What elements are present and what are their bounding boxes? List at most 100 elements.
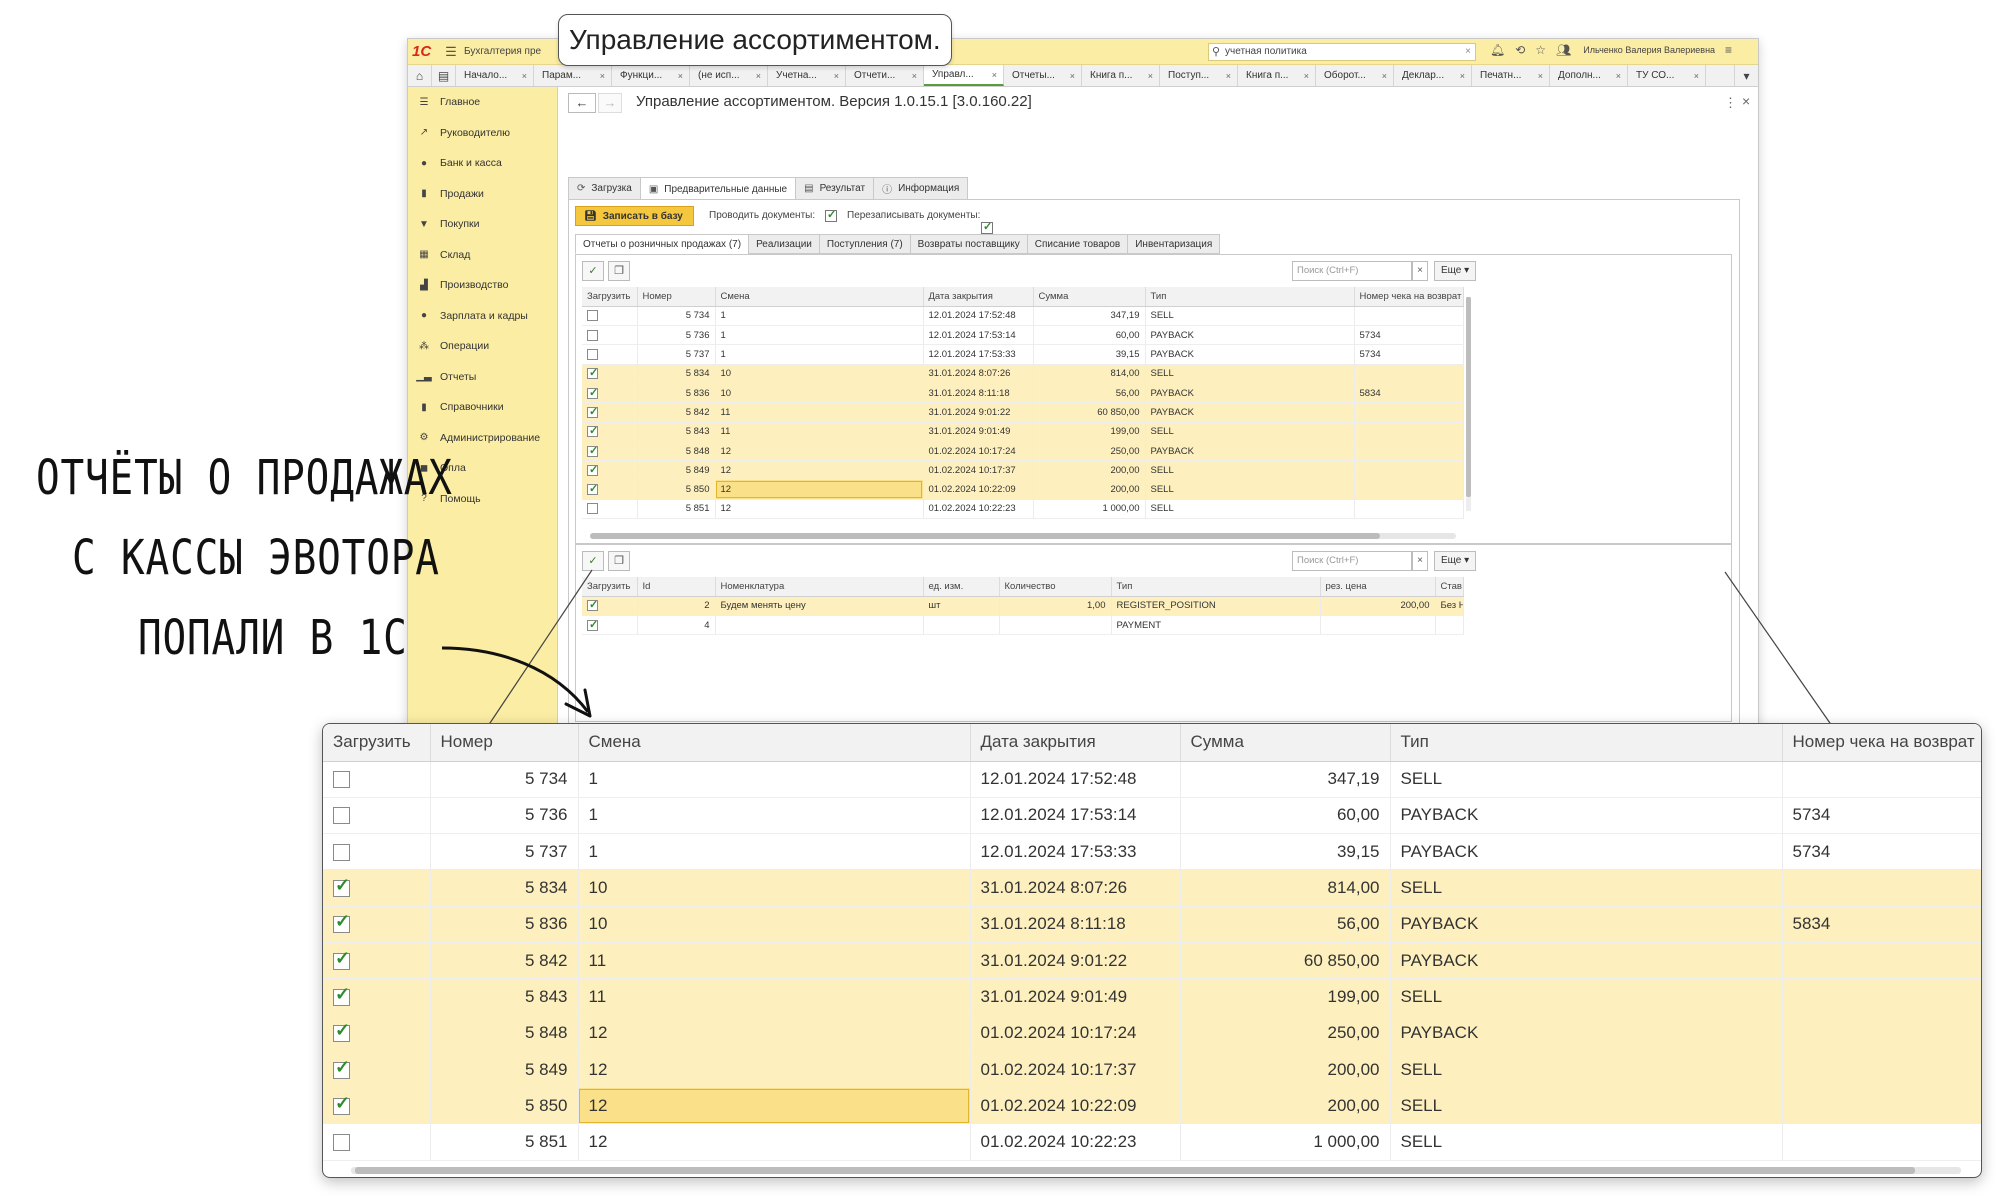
cell-sum: 60 850,00 — [1180, 942, 1391, 980]
table-row[interactable]: 5 8361031.01.2024 8:11:1856,00PAYBACK583… — [323, 906, 1981, 943]
cell-shift: 10 — [578, 906, 971, 943]
load-checkbox[interactable] — [333, 984, 350, 1006]
cell-sum: 56,00 — [1180, 906, 1391, 943]
cell-ret: 5734 — [1782, 833, 1981, 871]
cell-shift: 12 — [578, 1123, 971, 1161]
zoomed-horizontal-scrollbar[interactable] — [351, 1167, 1961, 1174]
load-cell — [323, 761, 431, 798]
load-cell — [323, 833, 431, 871]
cell-type: PAYBACK — [1390, 797, 1783, 835]
column-header[interactable]: Тип — [1390, 724, 1783, 762]
column-header[interactable]: Загрузить — [323, 724, 431, 762]
cell-type: PAYBACK — [1390, 833, 1783, 871]
load-checkbox[interactable] — [333, 843, 350, 861]
table-row[interactable]: 5 8431131.01.2024 9:01:49199,00SELL — [323, 978, 1981, 1016]
table-row[interactable]: 5 8501201.02.2024 10:22:09200,00SELL — [323, 1087, 1981, 1125]
table-row[interactable]: 5 736 1 12.01.2024 17:53:14 60,00 PAYBACK 573… — [323, 797, 1981, 835]
cell-date: 12.01.2024 17:53:33 — [970, 833, 1181, 871]
zoom-connector-right — [1724, 571, 1833, 727]
cell-type: SELL — [1390, 1087, 1783, 1125]
cell-shift: 12 — [578, 1015, 971, 1052]
cell-type: SELL — [1390, 978, 1783, 1016]
cell-ret — [1782, 942, 1981, 980]
table-row[interactable]: 5 8341031.01.2024 8:07:26814,00SELL — [323, 869, 1981, 907]
cell-sum: 347,19 — [1180, 761, 1391, 798]
cell-type: SELL — [1390, 1123, 1783, 1161]
cell-shift: 10 — [578, 869, 971, 907]
cell-ret — [1782, 978, 1981, 1016]
cell-type: PAYBACK — [1390, 906, 1783, 943]
zoomed-table-header: Загрузить Номер Смена Дата закрытия Сумма Тип… — [323, 724, 1981, 762]
cell-sum: 200,00 — [1180, 1051, 1391, 1089]
load-cell — [323, 978, 431, 1016]
column-header[interactable]: Номер чека на возврат — [1782, 724, 1981, 762]
table-row[interactable]: 5 734 1 12.01.2024 17:52:48 347,19 SELL — [323, 761, 1981, 798]
annotation-line-1: ОТЧЁТЫ О ПРОДАЖАХ — [36, 450, 453, 506]
load-cell — [323, 869, 431, 907]
load-cell — [323, 906, 431, 943]
zoomed-table: Загрузить Номер Смена Дата закрытия Сумма Тип… — [323, 724, 1981, 1161]
zoomed-horizontal-scrollbar-thumb[interactable] — [355, 1167, 1915, 1174]
zoomed-header-row: Загрузить Номер Смена Дата закрытия Сумма Тип… — [323, 724, 1981, 762]
load-cell — [323, 1015, 431, 1052]
load-cell — [323, 942, 431, 980]
cell-sum: 250,00 — [1180, 1015, 1391, 1052]
load-checkbox[interactable] — [333, 807, 350, 825]
column-header[interactable]: Дата закрытия — [970, 724, 1181, 762]
cell-ret: 5734 — [1782, 797, 1981, 835]
column-header[interactable]: Сумма — [1180, 724, 1391, 762]
cell-shift: 1 — [578, 761, 971, 798]
cell-type: PAYBACK — [1390, 942, 1783, 980]
cell-sum: 200,00 — [1180, 1087, 1391, 1125]
cell-date: 31.01.2024 8:07:26 — [970, 869, 1181, 907]
handwritten-arrow — [441, 646, 590, 713]
table-row[interactable]: 5 8491201.02.2024 10:17:37200,00SELL — [323, 1051, 1981, 1089]
cell-num: 5 848 — [430, 1015, 579, 1052]
load-cell — [323, 1123, 431, 1161]
load-cell — [323, 1087, 431, 1125]
load-checkbox[interactable] — [333, 1057, 350, 1079]
table-row[interactable]: 5 851 12 01.02.2024 10:22:23 1 000,00 SELL — [323, 1123, 1981, 1161]
load-checkbox[interactable] — [333, 1134, 350, 1152]
cell-type: SELL — [1390, 869, 1783, 907]
cell-num: 5 850 — [430, 1087, 579, 1125]
cell-date: 01.02.2024 10:17:24 — [970, 1015, 1181, 1052]
cell-type: SELL — [1390, 761, 1783, 798]
load-cell — [323, 797, 431, 835]
load-checkbox[interactable] — [333, 1020, 350, 1043]
table-row[interactable]: 5 8421131.01.2024 9:01:2260 850,00PAYBAC… — [323, 942, 1981, 980]
cell-date: 01.02.2024 10:22:09 — [970, 1087, 1181, 1125]
cell-ret — [1782, 761, 1981, 798]
column-header[interactable]: Смена — [578, 724, 971, 762]
cell-date: 31.01.2024 8:11:18 — [970, 906, 1181, 943]
cell-sum: 39,15 — [1180, 833, 1391, 871]
cell-ret — [1782, 1123, 1981, 1161]
load-checkbox[interactable] — [333, 771, 350, 789]
cell-sum: 814,00 — [1180, 869, 1391, 907]
cell-shift: 11 — [578, 942, 971, 980]
cell-num: 5 851 — [430, 1123, 579, 1161]
cell-ret — [1782, 1087, 1981, 1125]
zoomed-reports-table: Загрузить Номер Смена Дата закрытия Сумма Тип… — [322, 723, 1982, 1178]
cell-date: 31.01.2024 9:01:22 — [970, 942, 1181, 980]
cell-date: 31.01.2024 9:01:49 — [970, 978, 1181, 1016]
table-row[interactable]: 5 737 1 12.01.2024 17:53:33 39,15 PAYBACK 573… — [323, 833, 1981, 871]
cell-sum: 1 000,00 — [1180, 1123, 1391, 1161]
column-header[interactable]: Номер — [430, 724, 579, 762]
cell-num: 5 834 — [430, 869, 579, 907]
table-row[interactable]: 5 8481201.02.2024 10:17:24250,00PAYBACK — [323, 1015, 1981, 1052]
cell-num: 5 736 — [430, 797, 579, 835]
load-checkbox[interactable] — [333, 948, 350, 970]
cell-sum: 60,00 — [1180, 797, 1391, 835]
cell-ret — [1782, 1051, 1981, 1089]
cell-date: 12.01.2024 17:52:48 — [970, 761, 1181, 798]
load-checkbox[interactable] — [333, 875, 350, 898]
cell-num: 5 734 — [430, 761, 579, 798]
cell-ret — [1782, 869, 1981, 907]
cell-date: 01.02.2024 10:22:23 — [970, 1123, 1181, 1161]
cell-shift: 11 — [578, 978, 971, 1016]
load-checkbox[interactable] — [333, 1093, 350, 1115]
load-checkbox[interactable] — [333, 911, 350, 934]
zoom-connector-left — [487, 569, 593, 727]
cell-shift: 1 — [578, 833, 971, 871]
